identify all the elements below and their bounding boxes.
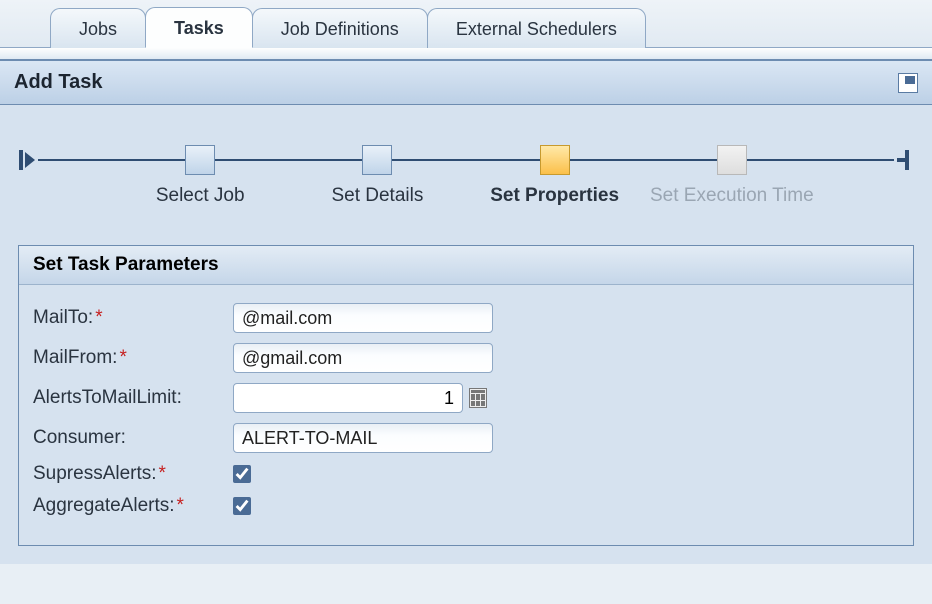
supress-alerts-checkbox[interactable] bbox=[233, 465, 251, 483]
wizard-step-set-details[interactable]: Set Details bbox=[362, 145, 392, 175]
field-mailfrom: MailFrom:* bbox=[33, 343, 899, 373]
page-title: Add Task bbox=[14, 71, 103, 94]
sub-bar bbox=[0, 48, 932, 60]
wizard-line bbox=[38, 159, 185, 161]
wizard-label: Set Properties bbox=[490, 185, 619, 207]
mailfrom-label: MailFrom:* bbox=[33, 347, 233, 369]
wizard-label: Set Execution Time bbox=[650, 185, 814, 207]
card-header: Set Task Parameters bbox=[19, 246, 913, 285]
field-alerts-limit: AlertsToMailLimit: bbox=[33, 383, 899, 413]
required-asterisk: * bbox=[159, 463, 166, 484]
field-supress-alerts: SupressAlerts:* bbox=[33, 463, 899, 485]
required-asterisk: * bbox=[177, 495, 184, 516]
wizard-line bbox=[392, 159, 539, 161]
consumer-label: Consumer: bbox=[33, 427, 233, 449]
required-asterisk: * bbox=[119, 347, 126, 368]
alerts-limit-input[interactable] bbox=[233, 383, 463, 413]
tab-jobs[interactable]: Jobs bbox=[50, 8, 146, 48]
wizard-box-icon bbox=[185, 145, 215, 175]
wizard-start-icon bbox=[18, 150, 38, 170]
panel-title-bar: Add Task bbox=[0, 60, 932, 105]
wizard-line bbox=[570, 159, 717, 161]
wizard-step-set-execution-time[interactable]: Set Execution Time bbox=[717, 145, 747, 175]
tab-job-definitions[interactable]: Job Definitions bbox=[252, 8, 428, 48]
consumer-input[interactable] bbox=[233, 423, 493, 453]
task-parameters-card: Set Task Parameters MailTo:* MailFrom:* … bbox=[18, 245, 914, 546]
collapse-icon[interactable] bbox=[898, 73, 918, 93]
wizard-roadmap: Select Job Set Details Set Properties Se… bbox=[0, 105, 932, 245]
field-consumer: Consumer: bbox=[33, 423, 899, 453]
field-aggregate-alerts: AggregateAlerts:* bbox=[33, 495, 899, 517]
mailto-label: MailTo:* bbox=[33, 307, 233, 329]
label-text: SupressAlerts: bbox=[33, 463, 157, 484]
tab-strip: Jobs Tasks Job Definitions External Sche… bbox=[0, 0, 932, 48]
mailto-input[interactable] bbox=[233, 303, 493, 333]
wizard-end-icon bbox=[894, 150, 914, 170]
required-asterisk: * bbox=[95, 307, 102, 328]
wizard-label: Set Details bbox=[331, 185, 423, 207]
wizard-box-icon bbox=[540, 145, 570, 175]
label-text: MailTo: bbox=[33, 307, 93, 328]
label-text: AggregateAlerts: bbox=[33, 495, 175, 516]
wizard-label: Select Job bbox=[156, 185, 245, 207]
wizard-line bbox=[215, 159, 362, 161]
alerts-limit-label: AlertsToMailLimit: bbox=[33, 387, 233, 409]
aggregate-alerts-checkbox[interactable] bbox=[233, 497, 251, 515]
wizard-line bbox=[747, 159, 894, 161]
tab-tasks[interactable]: Tasks bbox=[145, 7, 253, 48]
aggregate-alerts-label: AggregateAlerts:* bbox=[33, 495, 233, 517]
calculator-icon[interactable] bbox=[469, 388, 487, 408]
mailfrom-input[interactable] bbox=[233, 343, 493, 373]
tab-external-schedulers[interactable]: External Schedulers bbox=[427, 8, 646, 48]
wizard-step-select-job[interactable]: Select Job bbox=[185, 145, 215, 175]
supress-alerts-label: SupressAlerts:* bbox=[33, 463, 233, 485]
field-mailto: MailTo:* bbox=[33, 303, 899, 333]
wizard-box-icon bbox=[362, 145, 392, 175]
wizard-box-icon bbox=[717, 145, 747, 175]
wizard-step-set-properties[interactable]: Set Properties bbox=[540, 145, 570, 175]
label-text: MailFrom: bbox=[33, 347, 117, 368]
